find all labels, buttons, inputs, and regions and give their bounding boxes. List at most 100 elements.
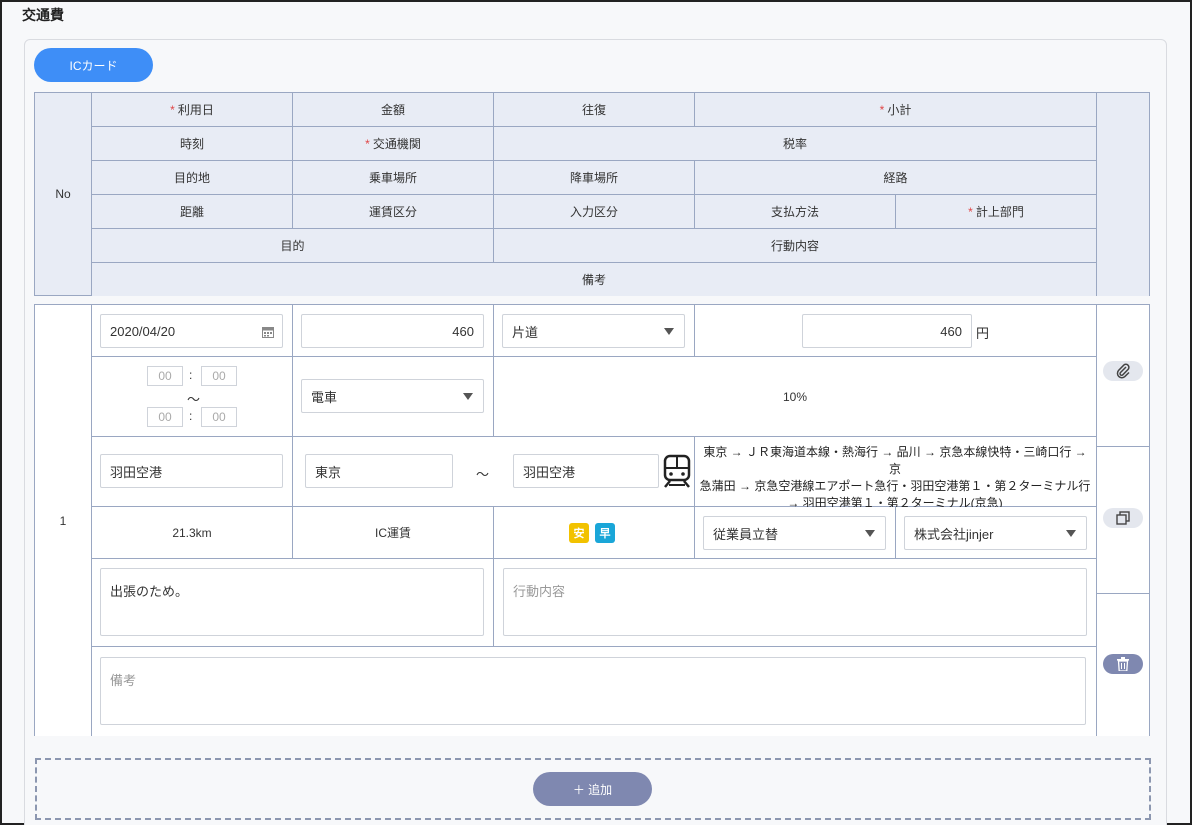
alighting-input[interactable]: 羽田空港 [513,454,659,488]
header-department: * 計上部門 [896,195,1097,229]
destination-input[interactable]: 羽田空港 [100,454,283,488]
department-select[interactable]: 株式会社jinjer [904,516,1087,550]
subtotal-cell: 460 円 [695,305,1097,357]
action-textarea[interactable]: 行動内容 [503,568,1087,636]
chevron-down-icon [1066,530,1076,537]
header-distance: 距離 [92,195,293,229]
purpose-textarea[interactable]: 出張のため。 [100,568,484,636]
header-amount: 金額 [293,93,494,127]
time-colon: : [189,368,193,382]
required-mark: * [170,102,175,117]
attach-cell [1097,305,1149,447]
header-transport-label: 交通機関 [372,137,421,151]
header-remarks: 備考 [92,263,1097,296]
required-mark: * [365,136,370,151]
copy-cell [1097,447,1149,594]
header-date: * 利用日 [92,93,293,127]
remarks-textarea[interactable]: 備考 [100,657,1086,725]
time-cell: 00 : 00 ～ 00 : 00 [92,357,293,437]
train-icon[interactable] [661,454,693,488]
section-title: 交通費 [22,7,64,23]
calendar-icon[interactable] [262,326,274,338]
date-input[interactable]: 2020/04/20 [100,314,283,348]
chevron-down-icon [865,530,875,537]
table-header: No * 利用日 金額 往復 * 小計 時刻 * 交通機関 税率 目的地 乗車場所 降… [34,92,1150,296]
distance-cell: 21.3km [92,507,293,559]
fare-class-value: IC運賃 [374,526,411,540]
department-cell: 株式会社jinjer [896,507,1097,559]
chevron-down-icon [664,328,674,335]
attach-button[interactable] [1103,361,1143,381]
payment-select[interactable]: 従業員立替 [703,516,886,550]
destination-cell: 羽田空港 [92,437,293,507]
header-tax: 税率 [494,127,1097,161]
route-text: 東京 → ＪＲ東海道本線・熱海行 → 品川 → 京急本線快特・三崎口行 → 京 … [696,444,1094,512]
header-fare-class: 運賃区分 [293,195,494,229]
fare-class-cell: IC運賃 [293,507,494,559]
header-subtotal: * 小計 [695,93,1097,127]
header-no: No [35,93,92,296]
route-line: 急蒲田 → 京急空港線エアポート急行・羽田空港第１・第２ターミナル行 [699,479,1091,493]
row-no: 1 [35,305,92,736]
department-value: 株式会社jinjer [914,526,994,542]
delete-button[interactable] [1103,654,1143,674]
paperclip-icon [1116,363,1130,379]
tax-cell: 10% [494,357,1097,437]
header-action: 行動内容 [494,229,1097,263]
copy-icon [1116,511,1130,525]
boarding-input[interactable]: 東京 [305,454,453,488]
amount-input[interactable]: 460 [301,314,484,348]
remarks-cell: 備考 [92,647,1097,736]
safe-badge: 安 [569,523,589,543]
time-tilde: ～ [187,392,201,407]
action-placeholder: 行動内容 [513,584,566,599]
header-alighting: 降車場所 [494,161,695,195]
route-cell: 東京 → ＪＲ東海道本線・熱海行 → 品川 → 京急本線快特・三崎口行 → 京 … [695,437,1097,510]
roundtrip-cell: 片道 [494,305,695,357]
time-to-hour[interactable]: 00 [147,407,183,427]
payment-cell: 従業員立替 [695,507,896,559]
chevron-down-icon [463,393,473,400]
time-from-hour[interactable]: 00 [147,366,183,386]
header-input-class: 入力区分 [494,195,695,229]
row-no-label: 1 [59,513,67,528]
header-purpose: 目的 [92,229,494,263]
add-button[interactable]: ＋ 追加 [533,772,652,806]
transport-select[interactable]: 電車 [301,379,484,413]
table-row: 1 2020/04/20 460 片道 460 円 00 : 00 ～ 00 :… [34,304,1150,736]
required-mark: * [968,204,973,219]
subtotal-input[interactable]: 460 [802,314,972,348]
required-mark: * [879,102,885,117]
input-class-cell: 安 早 [494,507,695,559]
header-boarding: 乗車場所 [293,161,494,195]
time-colon: : [189,409,193,423]
route-line: 東京 → ＪＲ東海道本線・熱海行 → 品川 → 京急本線快特・三崎口行 → 京 [703,445,1087,476]
header-date-label: 利用日 [177,103,214,117]
date-value: 2020/04/20 [110,323,176,339]
transport-cell: 電車 [293,357,494,437]
payment-value: 従業員立替 [713,526,779,542]
yen-label: 円 [976,326,990,341]
roundtrip-select[interactable]: 片道 [502,314,685,348]
time-to-minute[interactable]: 00 [201,407,237,427]
action-cell: 行動内容 [494,559,1097,647]
header-actions [1097,93,1149,296]
transport-value: 電車 [311,389,338,405]
time-from-minute[interactable]: 00 [201,366,237,386]
header-subtotal-label: 小計 [887,103,912,117]
trash-icon [1117,657,1129,671]
purpose-cell: 出張のため。 [92,559,494,647]
header-route: 経路 [695,161,1097,195]
ic-card-button[interactable]: ICカード [34,48,153,82]
delete-cell [1097,594,1149,736]
header-transport: * 交通機関 [293,127,494,161]
fast-badge: 早 [595,523,615,543]
date-cell: 2020/04/20 [92,305,293,357]
station-cell: 東京 ～ 羽田空港 [293,437,695,507]
amount-cell: 460 [293,305,494,357]
roundtrip-value: 片道 [512,324,539,340]
header-roundtrip: 往復 [494,93,695,127]
remarks-placeholder: 備考 [110,673,137,688]
header-payment: 支払方法 [695,195,896,229]
copy-button[interactable] [1103,508,1143,528]
